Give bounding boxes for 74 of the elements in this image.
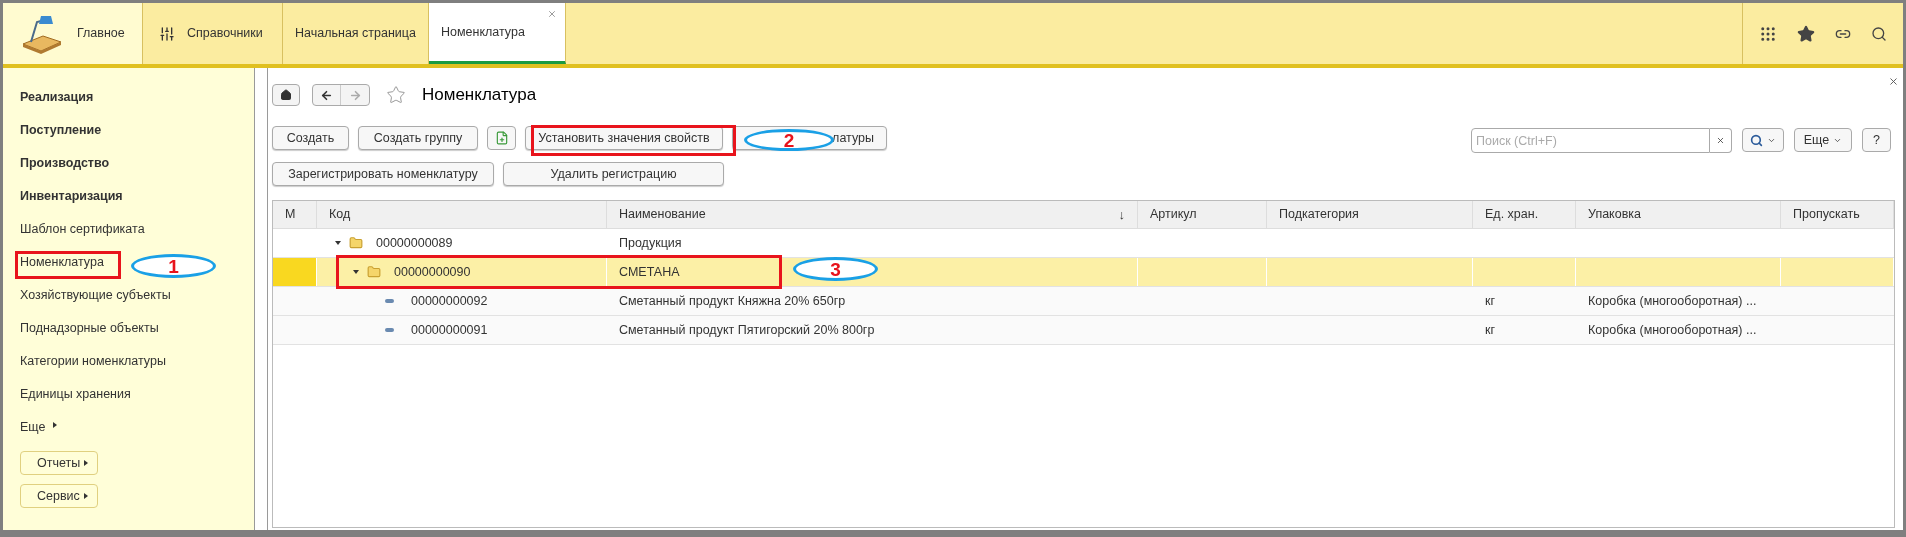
sidebar-item[interactable]: Реализация xyxy=(20,88,94,121)
item-dash-icon xyxy=(385,328,394,332)
section-tab[interactable]: Главное xyxy=(3,3,143,64)
column-header[interactable]: Пропускать xyxy=(1781,201,1894,228)
item-dash-icon xyxy=(385,299,394,303)
sidebar-item[interactable]: Еще xyxy=(20,418,58,451)
toolbar-button[interactable]: Установить значения свойств xyxy=(525,126,723,150)
column-header[interactable]: М xyxy=(273,201,317,228)
sidebar-button[interactable]: Сервис xyxy=(20,484,98,508)
home-button[interactable] xyxy=(272,84,300,106)
table-cell-text: Сметанный продукт Пятигорский 20% 800гр xyxy=(619,321,875,339)
table-cell-text: 00000000092 xyxy=(411,292,488,310)
star-icon[interactable] xyxy=(1797,24,1815,43)
home-icon xyxy=(280,89,292,101)
search-button[interactable] xyxy=(1742,128,1784,152)
toolbar-button[interactable]: Удалить регистрацию xyxy=(503,162,724,186)
apps-grid-icon[interactable] xyxy=(1759,24,1777,43)
column-header[interactable]: Упаковка xyxy=(1576,201,1781,228)
search-icon xyxy=(1750,133,1763,147)
sort-arrow-icon: ↓ xyxy=(1118,204,1125,225)
sidebar-item[interactable]: Категории номенклатуры xyxy=(20,352,166,385)
sidebar-button[interactable]: Отчеты xyxy=(20,451,98,475)
close-icon[interactable] xyxy=(546,9,557,19)
column-header[interactable]: Наименование ↓ xyxy=(607,201,1138,228)
caret-icon xyxy=(53,422,58,428)
sidebar-item[interactable]: Единицы хранения xyxy=(20,385,131,418)
table-row[interactable]: 00000000091 Сметанный продукт Пятигорский 20% 800гр кг Коробка (многооборотная) ... xyxy=(273,316,1894,345)
table-cell-text: 00000000091 xyxy=(411,321,488,339)
expanded-caret-icon[interactable] xyxy=(335,241,341,245)
caret-icon xyxy=(83,493,88,499)
toolbar-button[interactable]: Зарегистрировать номенклатуру xyxy=(272,162,494,186)
section-label: Главное xyxy=(77,25,125,43)
sidebar-item[interactable]: Номенклатура xyxy=(20,253,104,286)
forward-arrow-icon xyxy=(348,88,362,102)
toolbar-button[interactable]: Создать xyxy=(272,126,349,150)
more-button[interactable]: Еще xyxy=(1794,128,1852,152)
column-header[interactable]: Ед. хран. xyxy=(1473,201,1576,228)
sidebar-item[interactable]: Инвентаризация xyxy=(20,187,123,220)
sidebar-item[interactable]: Шаблон сертификата xyxy=(20,220,145,253)
back-arrow-icon xyxy=(320,88,333,102)
sidebar-item[interactable]: Хозяйствующие субъекты xyxy=(20,286,171,319)
table-cell-text: Продукция xyxy=(619,234,682,252)
clear-icon xyxy=(1716,136,1725,145)
table-cell-text: Сметанный продукт Княжна 20% 650гр xyxy=(619,292,846,310)
sidebar-item[interactable]: Поступление xyxy=(20,121,102,154)
favorite-star-icon[interactable] xyxy=(386,85,406,105)
table-cell-text: 00000000090 xyxy=(394,263,471,281)
table-cell-text: кг xyxy=(1485,321,1496,339)
close-icon[interactable] xyxy=(1888,76,1899,87)
table-cell-text: 00000000089 xyxy=(376,234,453,252)
help-button[interactable]: ? xyxy=(1862,128,1891,152)
list-settings-icon xyxy=(159,25,175,42)
section-label: Справочники xyxy=(187,25,263,43)
add-file-button[interactable] xyxy=(487,126,516,150)
add-file-icon xyxy=(494,131,509,145)
expanded-caret-icon[interactable] xyxy=(353,270,359,274)
folder-icon xyxy=(367,265,381,279)
table-cell-text: кг xyxy=(1485,292,1496,310)
folder-icon xyxy=(349,236,363,250)
toolbar-button[interactable]: Создать группу xyxy=(358,126,478,150)
column-header[interactable]: Подкатегория xyxy=(1267,201,1473,228)
page-title: Номенклатура xyxy=(422,84,537,107)
sidebar-item[interactable]: Поднадзорные объекты xyxy=(20,319,159,352)
sidebar-item[interactable]: Производство xyxy=(20,154,110,187)
column-header[interactable]: Артикул xyxy=(1138,201,1267,228)
caret-icon xyxy=(84,460,89,466)
column-header[interactable]: Код xyxy=(317,201,607,228)
table-cell-text: Коробка (многооборотная) ... xyxy=(1588,321,1757,339)
table-cell-text: СМЕТАНА xyxy=(619,263,680,281)
search-field[interactable]: Поиск (Ctrl+F) xyxy=(1471,128,1710,153)
search-icon[interactable] xyxy=(1871,25,1887,42)
table-cell-text: Коробка (многооборотная) ... xyxy=(1588,292,1757,310)
table-row[interactable]: 00000000092 Сметанный продукт Княжна 20% 650гр кг Коробка (многооборотная) ... xyxy=(273,287,1894,316)
page-tab[interactable]: Номенклатура xyxy=(428,3,566,64)
